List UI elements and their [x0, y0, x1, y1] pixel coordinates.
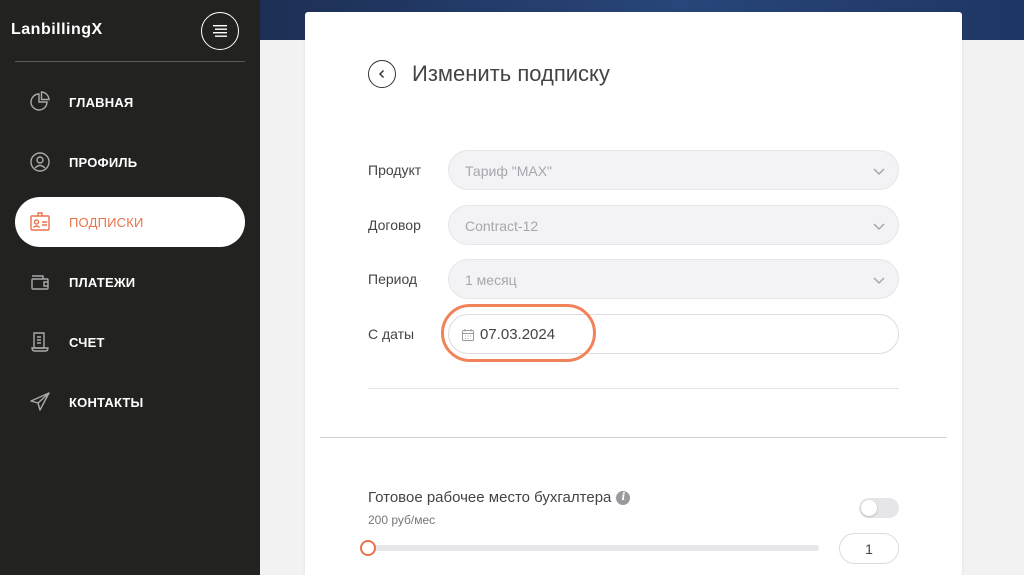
sidebar-item-label: ПРОФИЛЬ — [69, 154, 138, 170]
sidebar-item-bill[interactable]: СЧЕТ — [15, 317, 245, 367]
edit-subscription-card: Изменить подписку Продукт Тариф "MAX" До… — [305, 12, 962, 575]
option-title-text: Готовое рабочее место бухгалтера — [368, 489, 612, 506]
section-divider — [320, 437, 947, 438]
start-date-value: 07.03.2024 — [480, 326, 556, 343]
quantity-input[interactable]: 1 — [839, 533, 899, 564]
back-button[interactable] — [368, 60, 396, 88]
quantity-slider-track[interactable] — [368, 545, 819, 551]
quantity-slider-thumb[interactable] — [360, 540, 376, 556]
option-title: Готовое рабочее место бухгалтера i — [368, 489, 631, 506]
sidebar-item-label: ПЛАТЕЖИ — [69, 274, 136, 290]
sidebar-divider — [15, 61, 245, 62]
contract-row: Договор Contract-12 — [368, 205, 899, 245]
menu-toggle-button[interactable] — [201, 12, 239, 50]
app-logo: LanbillingX — [11, 21, 103, 38]
sidebar-item-label: ПОДПИСКИ — [69, 214, 144, 230]
sidebar-item-subscriptions[interactable]: ПОДПИСКИ — [15, 197, 245, 247]
sidebar-item-label: СЧЕТ — [69, 334, 105, 350]
product-row: Продукт Тариф "MAX" — [368, 150, 899, 190]
sidebar-item-label: КОНТАКТЫ — [69, 394, 144, 410]
info-icon[interactable]: i — [616, 490, 631, 505]
menu-icon — [213, 25, 227, 37]
period-select[interactable]: 1 месяц — [448, 259, 899, 299]
sidebar-item-profile[interactable]: ПРОФИЛЬ — [15, 137, 245, 187]
product-value: Тариф "MAX" — [465, 163, 553, 179]
id-card-icon — [28, 210, 52, 234]
contract-select[interactable]: Contract-12 — [448, 205, 899, 245]
sidebar: LanbillingX ГЛАВНАЯ ПРОФИЛЬ ПОДПИСКИ ПЛА… — [0, 0, 260, 575]
pie-chart-icon — [28, 90, 52, 114]
product-select[interactable]: Тариф "MAX" — [448, 150, 899, 190]
form-divider — [368, 388, 899, 389]
contract-value: Contract-12 — [465, 218, 539, 234]
chevron-left-icon — [378, 69, 385, 79]
contract-label: Договор — [368, 217, 421, 233]
option-price: 200 руб/мес — [368, 513, 436, 527]
sidebar-nav: ГЛАВНАЯ ПРОФИЛЬ ПОДПИСКИ ПЛАТЕЖИ СЧЕТ КО… — [15, 77, 245, 437]
start-date-label: С даты — [368, 326, 415, 342]
sidebar-item-contacts[interactable]: КОНТАКТЫ — [15, 377, 245, 427]
period-value: 1 месяц — [465, 272, 517, 288]
user-icon — [28, 150, 52, 174]
chevron-down-icon — [873, 277, 885, 285]
calendar-icon — [462, 329, 474, 341]
sidebar-item-label: ГЛАВНАЯ — [69, 94, 134, 110]
chevron-down-icon — [873, 168, 885, 176]
sidebar-item-home[interactable]: ГЛАВНАЯ — [15, 77, 245, 127]
product-label: Продукт — [368, 162, 422, 178]
start-date-row: С даты 07.03.2024 — [368, 314, 899, 354]
start-date-input[interactable]: 07.03.2024 — [448, 314, 899, 354]
paper-plane-icon — [28, 390, 52, 414]
sidebar-item-payments[interactable]: ПЛАТЕЖИ — [15, 257, 245, 307]
receipt-icon — [28, 330, 52, 354]
period-label: Период — [368, 271, 418, 287]
page-title: Изменить подписку — [412, 61, 610, 86]
toggle-knob — [861, 500, 877, 516]
wallet-icon — [28, 270, 52, 294]
option-toggle[interactable] — [859, 498, 899, 518]
chevron-down-icon — [873, 223, 885, 231]
period-row: Период 1 месяц — [368, 259, 899, 299]
